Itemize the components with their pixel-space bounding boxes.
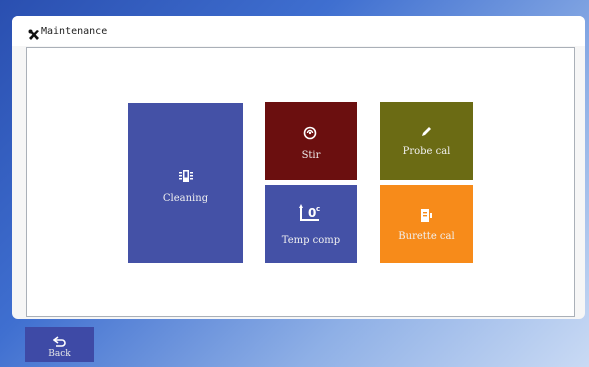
temperature-comp-icon: 0 c [299,202,323,222]
page-title: Maintenance [41,26,108,37]
burette-cal-label: Burette cal [398,231,455,242]
pencil-icon [420,126,432,138]
temp-comp-label: Temp comp [281,235,341,246]
cleaning-button[interactable]: Cleaning [128,103,243,263]
svg-text:c: c [316,205,320,213]
stir-icon [303,126,317,140]
back-label: Back [48,349,71,359]
burette-cal-button[interactable]: Burette cal [380,185,473,263]
burette-icon [420,208,433,223]
back-button[interactable]: Back [25,327,94,362]
stir-label: Stir [301,150,321,161]
cleaning-icon [178,168,194,184]
stir-button[interactable]: Stir [265,102,357,180]
probe-cal-label: Probe cal [402,146,451,157]
cleaning-label: Cleaning [162,193,209,204]
wrench-cross-icon [28,26,40,40]
temp-comp-button[interactable]: 0 c Temp comp [265,185,357,263]
probe-cal-button[interactable]: Probe cal [380,102,473,180]
back-arrow-icon [52,333,67,347]
maintenance-panel [26,47,575,317]
